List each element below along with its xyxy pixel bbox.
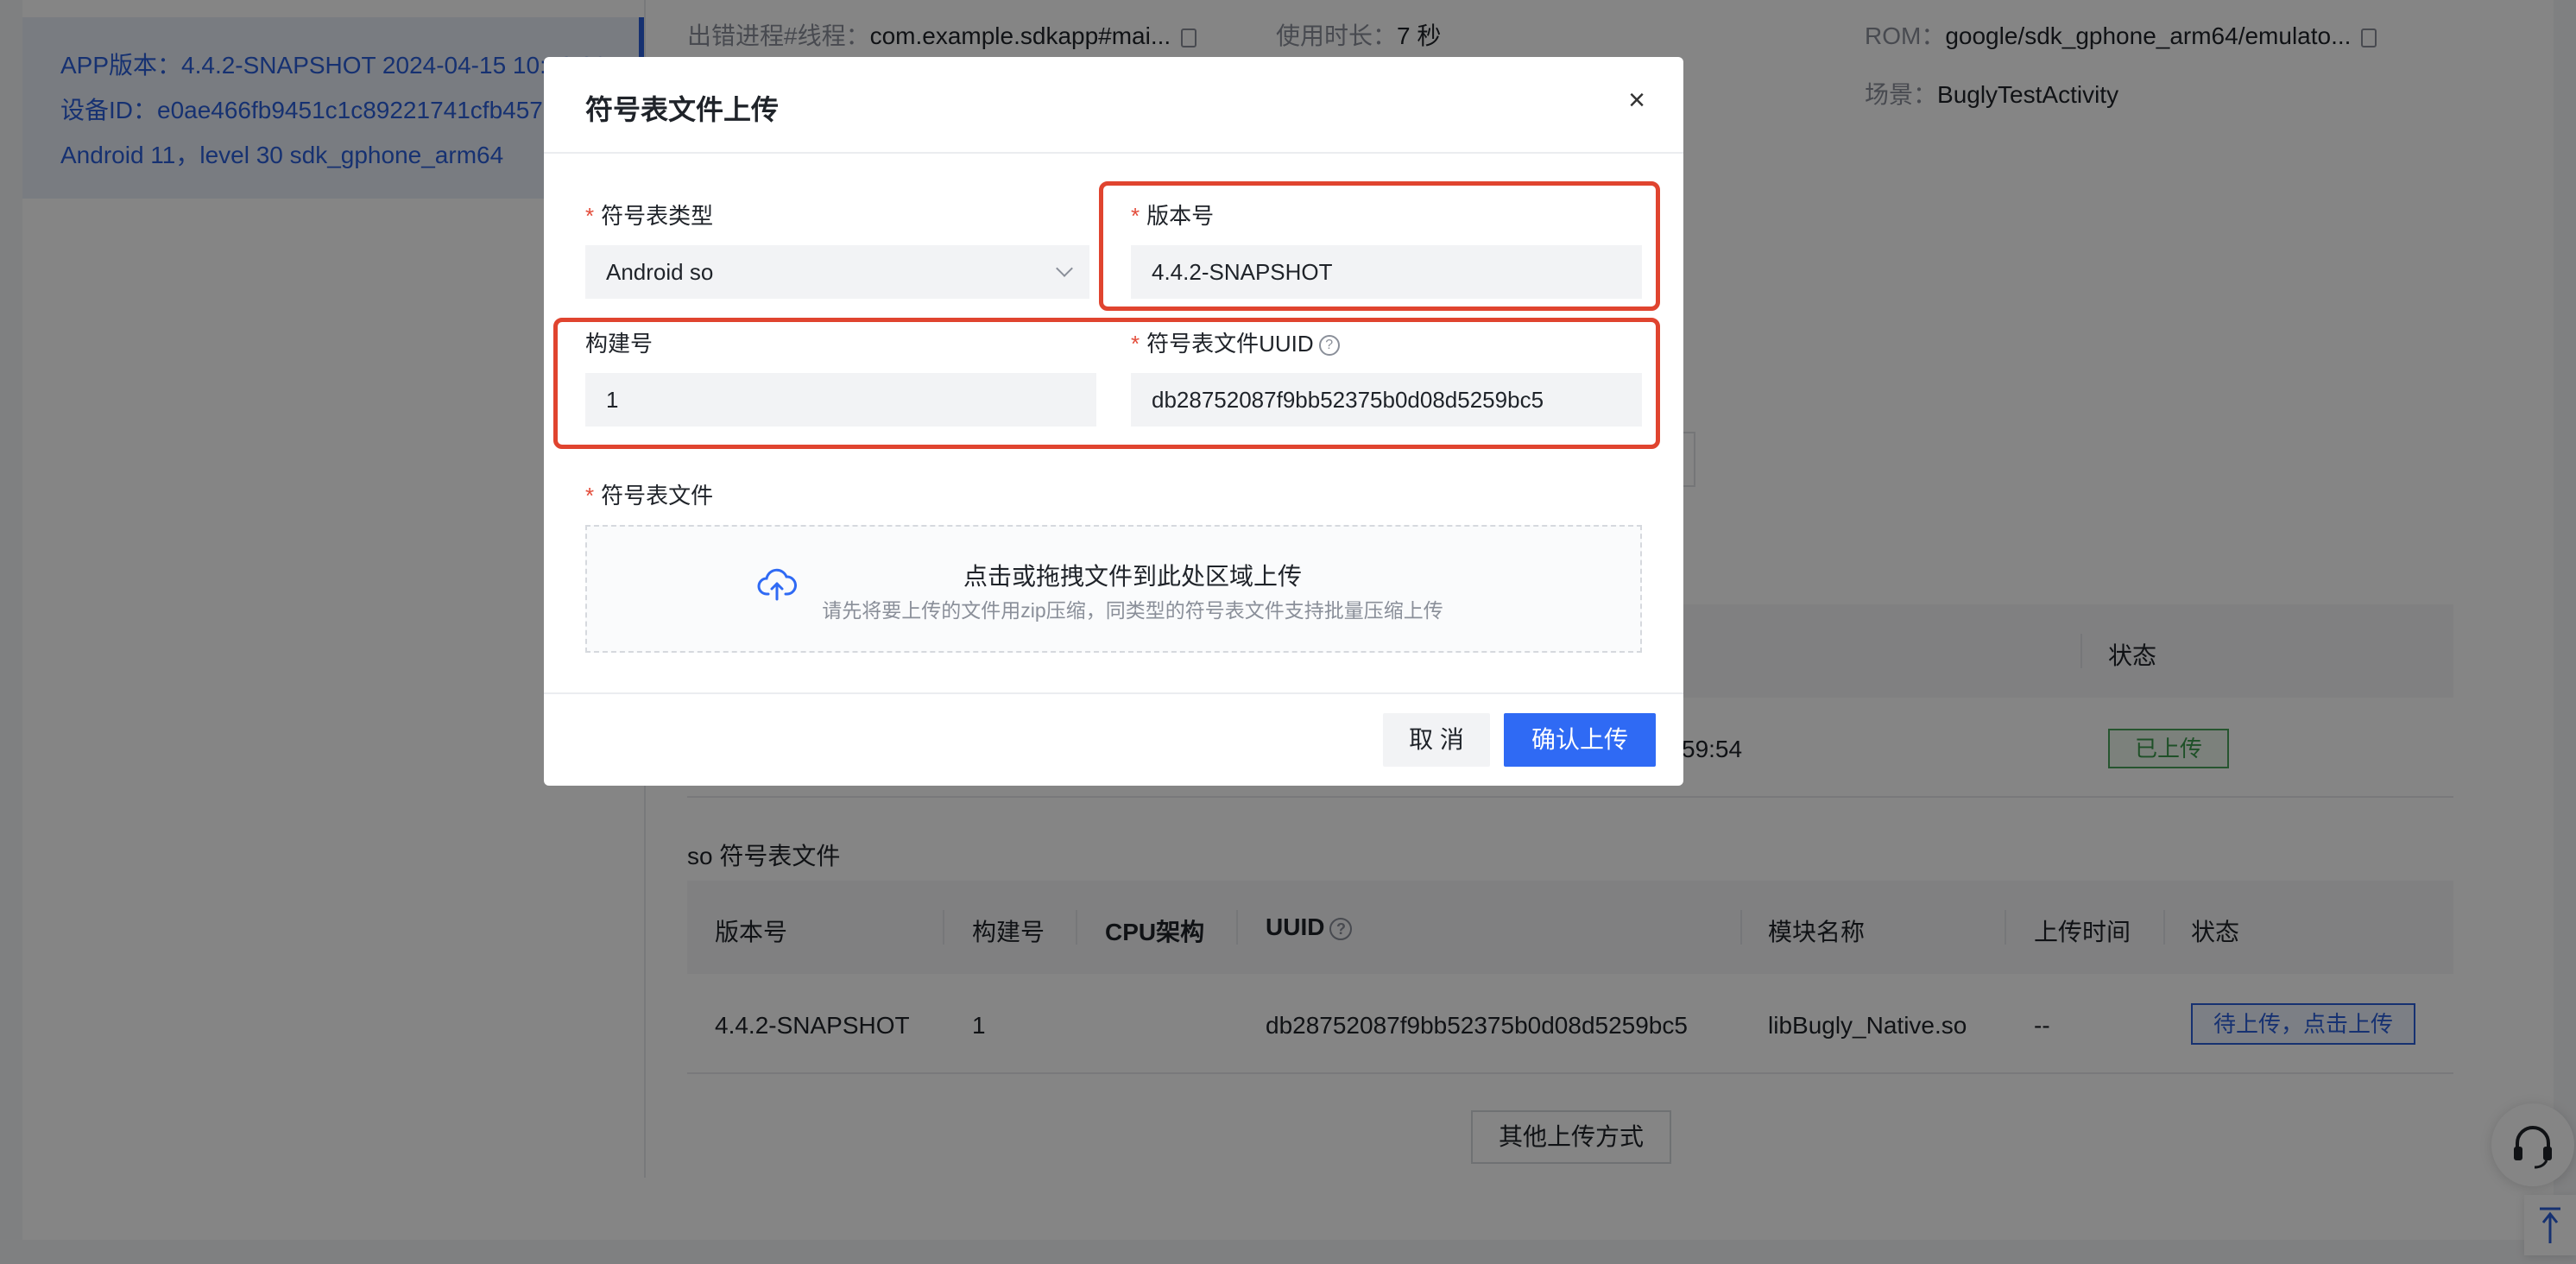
dialog-title: 符号表文件上传: [585, 94, 780, 125]
file-upload-dropzone[interactable]: 点击或拖拽文件到此处区域上传 请先将要上传的文件用zip压缩，同类型的符号表文件…: [585, 525, 1642, 653]
symbol-type-label: * 符号表类型: [585, 203, 714, 229]
close-icon[interactable]: ×: [1619, 83, 1654, 117]
dialog-footer-divider: [544, 692, 1683, 694]
upload-instruction: 点击或拖拽文件到此处区域上传: [963, 563, 1302, 590]
symbol-file-label: * 符号表文件: [585, 483, 714, 509]
highlight-box-build-uuid: [553, 318, 1660, 449]
upload-hint: 请先将要上传的文件用zip压缩，同类型的符号表文件支持批量压缩上传: [822, 599, 1443, 622]
confirm-upload-button[interactable]: 确认上传: [1504, 713, 1656, 767]
required-mark: *: [585, 483, 595, 509]
highlight-box-version: [1099, 181, 1660, 311]
dialog-header: 符号表文件上传 ×: [544, 57, 1683, 154]
required-mark: *: [585, 203, 595, 229]
symbol-type-select[interactable]: Android so: [585, 245, 1089, 299]
cancel-button[interactable]: 取 消: [1383, 713, 1490, 767]
